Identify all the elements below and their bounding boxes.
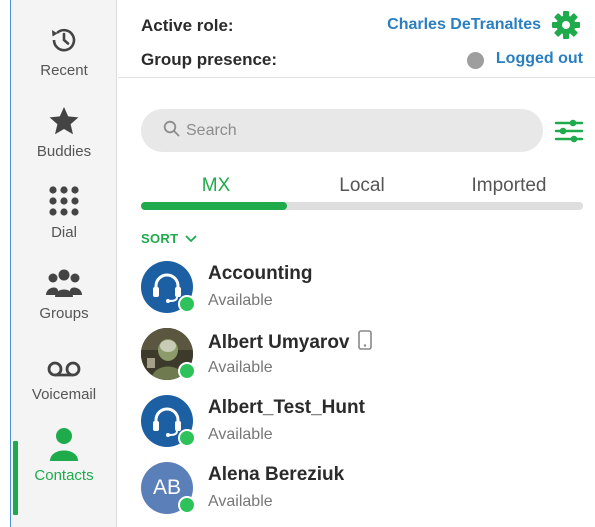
search-box <box>141 109 543 152</box>
star-icon <box>44 99 84 137</box>
contact-list-item[interactable]: AB Alena Bereziuk Available <box>141 462 581 524</box>
group-icon <box>44 261 84 299</box>
sidebar-item-dial[interactable]: Dial <box>11 174 117 255</box>
filter-sliders-icon[interactable] <box>554 118 584 144</box>
tab-local[interactable]: Local <box>326 175 398 197</box>
contact-name-text: Albert Umyarov <box>208 332 350 353</box>
contact-name: Accounting <box>208 263 313 284</box>
sidebar-item-label: Contacts <box>34 467 94 484</box>
contact-name: Alena Bereziuk <box>208 464 345 485</box>
dialpad-icon <box>44 180 84 218</box>
contact-status: Available <box>208 493 273 510</box>
sidebar-item-label: Recent <box>40 62 88 79</box>
person-icon <box>44 423 84 461</box>
contact-list-item[interactable]: Albert Umyarov Available <box>141 328 581 390</box>
sidebar-item-label: Groups <box>39 305 89 322</box>
tab-mx[interactable]: MX <box>186 175 246 197</box>
contacts-app: Recent Buddies Dial Groups Voicemail Con… <box>0 0 595 527</box>
sort-button[interactable]: SORT <box>141 231 197 246</box>
chevron-down-icon <box>185 231 197 246</box>
contact-list-item[interactable]: Albert_Test_Hunt Available <box>141 395 581 457</box>
available-status-icon <box>178 496 196 514</box>
voicemail-icon <box>44 342 84 380</box>
sidebar-item-label: Buddies <box>36 143 92 160</box>
header: Active role: Charles DeTranaltes Group p… <box>118 0 595 78</box>
mobile-phone-icon <box>357 330 372 356</box>
active-role-label: Active role: <box>141 16 234 35</box>
group-presence-link[interactable]: Logged out <box>496 50 583 68</box>
tab-imported[interactable]: Imported <box>460 175 558 197</box>
available-status-icon <box>178 295 196 313</box>
sidebar-item-label: Voicemail <box>31 386 97 403</box>
sidebar-item-buddies[interactable]: Buddies <box>11 93 117 174</box>
contact-list-item[interactable]: Accounting Available <box>141 261 581 323</box>
sort-label: SORT <box>141 231 179 246</box>
sidebar-item-contacts[interactable]: Contacts <box>11 417 117 498</box>
active-nav-indicator <box>13 441 18 515</box>
available-status-icon <box>178 429 196 447</box>
search-icon <box>163 120 180 142</box>
group-presence-label: Group presence: <box>141 50 278 69</box>
active-role-link[interactable]: Charles DeTranaltes <box>387 16 541 34</box>
sidebar-item-label: Dial <box>51 224 77 241</box>
sidebar-nav: Recent Buddies Dial Groups Voicemail Con… <box>11 0 117 527</box>
sidebar-item-recent[interactable]: Recent <box>11 12 117 93</box>
history-icon <box>44 18 84 56</box>
contact-name: Albert_Test_Hunt <box>208 397 365 418</box>
contact-status: Available <box>208 359 273 376</box>
sidebar-item-voicemail[interactable]: Voicemail <box>11 336 117 417</box>
available-status-icon <box>178 362 196 380</box>
contact-name: Albert Umyarov <box>208 330 372 356</box>
gear-icon[interactable] <box>551 10 581 40</box>
search-input[interactable] <box>186 121 516 140</box>
sidebar-item-groups[interactable]: Groups <box>11 255 117 336</box>
contact-status: Available <box>208 426 273 443</box>
tab-indicator <box>141 202 287 210</box>
contact-status: Available <box>208 292 273 309</box>
presence-status-icon <box>467 52 484 69</box>
